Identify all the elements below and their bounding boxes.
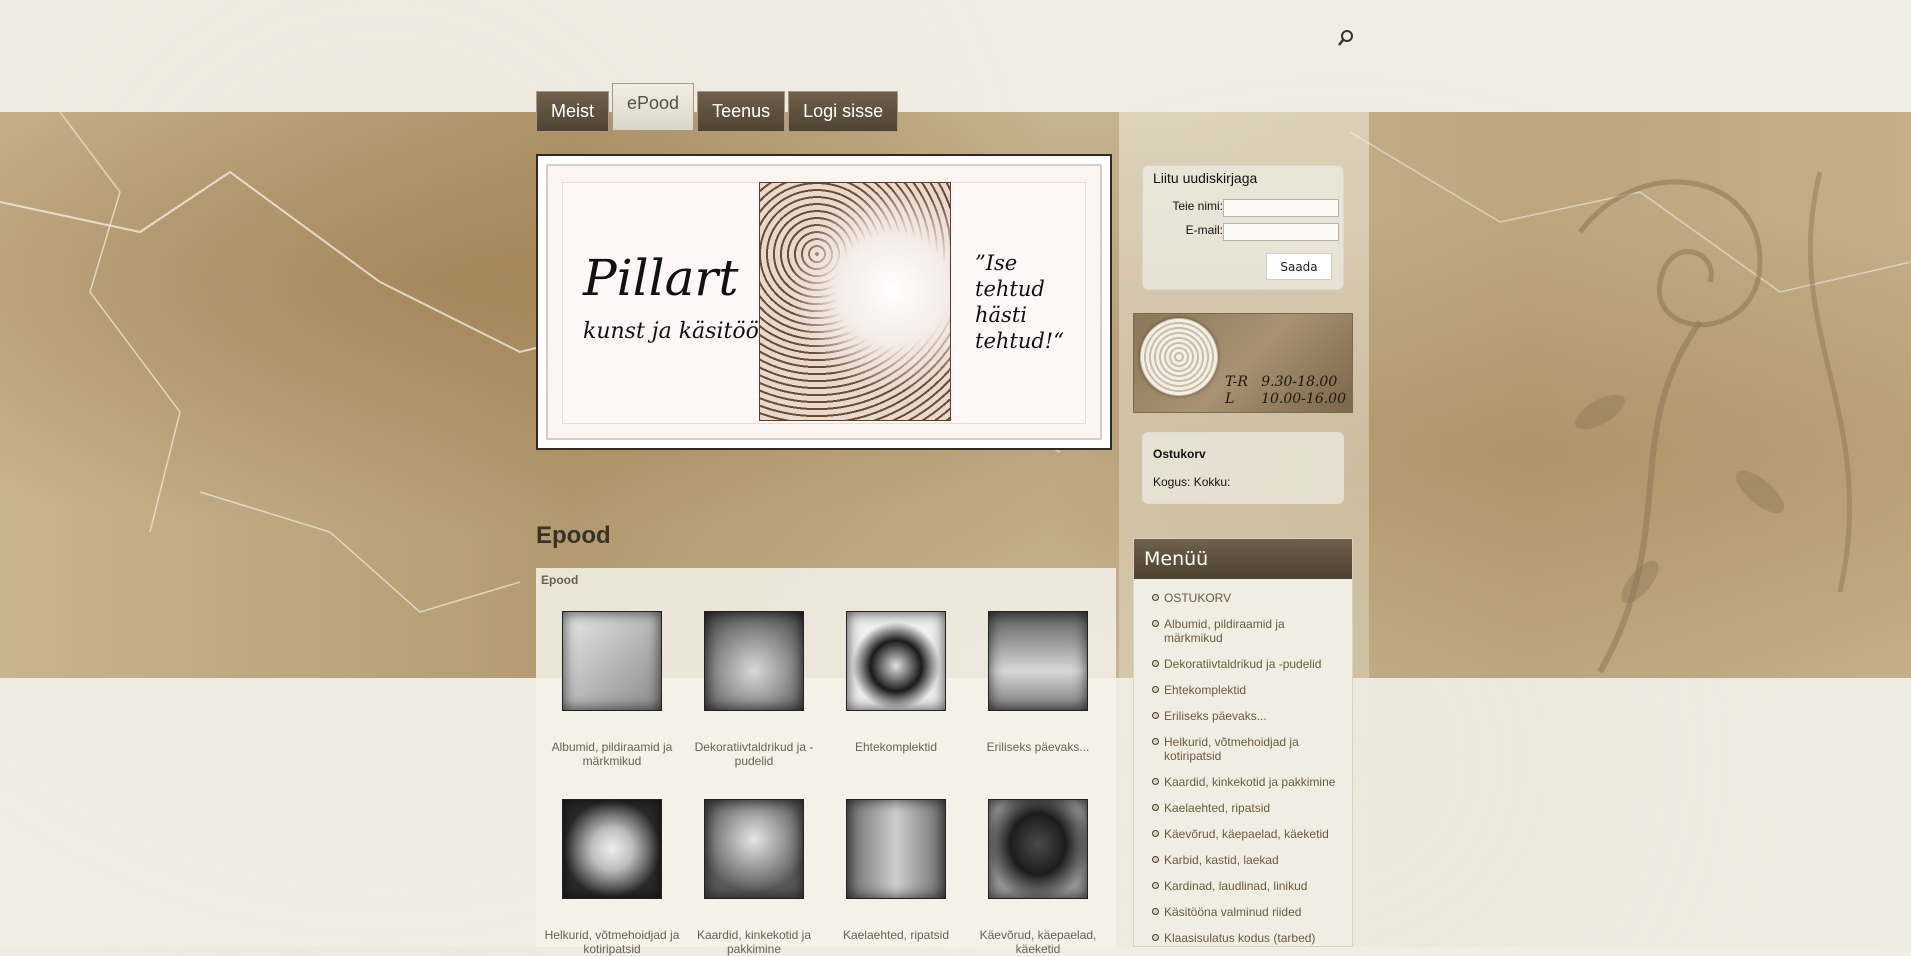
banner-quote: ”Ise tehtud hästi tehtud!“: [975, 251, 1064, 353]
menu-item-label[interactable]: Eriliseks päevaks...: [1164, 709, 1267, 723]
menu-item[interactable]: Dekoratiivtaldrikud ja -pudelid: [1134, 657, 1352, 671]
menu-item-label[interactable]: Kardinad, laudlinad, linikud: [1164, 879, 1307, 893]
bullet-icon: [1152, 594, 1159, 601]
menu-item[interactable]: Käevõrud, käepaelad, käeketid: [1134, 827, 1352, 841]
menu-item-label[interactable]: Dekoratiivtaldrikud ja -pudelid: [1164, 657, 1321, 671]
section-label: Epood: [541, 573, 579, 587]
bullet-icon: [1152, 856, 1159, 863]
product-thumbnail[interactable]: [846, 611, 946, 711]
menu-item-label[interactable]: Ehtekomplektid: [1164, 683, 1246, 697]
menu-item[interactable]: Eriliseks päevaks...: [1134, 709, 1352, 723]
menu-item[interactable]: Helkurid, võtmehoidjad ja kotiripatsid: [1134, 735, 1352, 763]
bullet-icon: [1152, 882, 1159, 889]
menu-item-label[interactable]: Klaasisulatus kodus (tarbed): [1164, 931, 1315, 945]
page-title: Epood: [536, 522, 611, 549]
bullet-icon: [1152, 620, 1159, 627]
bullet-icon: [1152, 712, 1159, 719]
product-item[interactable]: Kaelaehted, ripatsid: [826, 799, 966, 942]
product-item[interactable]: Ehtekomplektid: [826, 611, 966, 754]
product-name[interactable]: Dekoratiivtaldrikud ja -pudelid: [684, 740, 824, 768]
name-field[interactable]: [1223, 199, 1339, 217]
cart-box: Ostukorv Kogus: Kokku:: [1142, 432, 1344, 504]
product-item[interactable]: Dekoratiivtaldrikud ja -pudelid: [684, 611, 824, 768]
product-thumbnail[interactable]: [988, 611, 1088, 711]
bullet-icon: [1152, 804, 1159, 811]
menu-item[interactable]: Ehtekomplektid: [1134, 683, 1352, 697]
product-item[interactable]: Albumid, pildiraamid ja märkmikud: [542, 611, 682, 768]
newsletter-title: Liitu uudiskirjaga: [1153, 170, 1258, 186]
product-thumbnail[interactable]: [704, 611, 804, 711]
bullet-icon: [1152, 738, 1159, 745]
menu-item-label[interactable]: Albumid, pildiraamid ja märkmikud: [1164, 617, 1285, 645]
product-name[interactable]: Kaelaehted, ripatsid: [826, 928, 966, 942]
product-name[interactable]: Albumid, pildiraamid ja märkmikud: [542, 740, 682, 768]
product-item[interactable]: Kaardid, kinkekotid ja pakkimine: [684, 799, 824, 956]
product-name[interactable]: Eriliseks päevaks...: [968, 740, 1108, 754]
tab-logi-sisse[interactable]: Logi sisse: [788, 91, 899, 132]
brand-subtitle: kunst ja käsitöö: [583, 319, 759, 344]
product-item[interactable]: Käevõrud, käepaelad, käeketid: [968, 799, 1108, 956]
bullet-icon: [1152, 778, 1159, 785]
tab-meist[interactable]: Meist: [536, 91, 610, 132]
portrait-illustration: [759, 182, 951, 421]
bullet-icon: [1152, 686, 1159, 693]
name-label: Teie nimi:: [1172, 199, 1223, 213]
doily-image: [1140, 318, 1218, 396]
menu-item-label[interactable]: Käevõrud, käepaelad, käeketid: [1164, 827, 1329, 841]
menu-item-label[interactable]: Helkurid, võtmehoidjad ja kotiripatsid: [1164, 735, 1299, 763]
product-thumbnail[interactable]: [704, 799, 804, 899]
subscribe-button[interactable]: Saada: [1266, 253, 1332, 280]
opening-hours-image: T-R 9.30-18.00 L 10.00-16.00: [1133, 313, 1353, 413]
product-item[interactable]: Eriliseks päevaks...: [968, 611, 1108, 754]
menu-item[interactable]: Kaardid, kinkekotid ja pakkimine: [1134, 775, 1352, 789]
product-name[interactable]: Kaardid, kinkekotid ja pakkimine: [684, 928, 824, 956]
product-item[interactable]: Helkurid, võtmehoidjad ja kotiripatsid: [542, 799, 682, 956]
bullet-icon: [1152, 908, 1159, 915]
product-name[interactable]: Käevõrud, käepaelad, käeketid: [968, 928, 1108, 956]
opening-hours-text: T-R 9.30-18.00 L 10.00-16.00: [1225, 374, 1346, 407]
product-name[interactable]: Helkurid, võtmehoidjad ja kotiripatsid: [542, 928, 682, 956]
menu-item[interactable]: Kaelaehted, ripatsid: [1134, 801, 1352, 815]
product-thumbnail[interactable]: [562, 611, 662, 711]
menu-item[interactable]: OSTUKORV: [1134, 591, 1352, 605]
bullet-icon: [1152, 934, 1159, 941]
menu-item[interactable]: Kardinad, laudlinad, linikud: [1134, 879, 1352, 893]
menu-item[interactable]: Käsitööna valminud riided: [1134, 905, 1352, 919]
menu-item[interactable]: Karbid, kastid, laekad: [1134, 853, 1352, 867]
search-icon[interactable]: [1337, 29, 1355, 47]
menu-list: OSTUKORV Albumid, pildiraamid ja märkmik…: [1134, 579, 1352, 945]
menu-title: Menüü: [1134, 539, 1352, 579]
email-field[interactable]: [1223, 223, 1339, 241]
email-label: E-mail:: [1185, 223, 1223, 237]
product-thumbnail[interactable]: [562, 799, 662, 899]
menu-item-label[interactable]: Kaelaehted, ripatsid: [1164, 801, 1270, 815]
tab-epood[interactable]: ePood: [612, 83, 695, 131]
main-nav: Meist ePood Teenus Logi sisse: [536, 83, 899, 132]
menu-item-label[interactable]: Karbid, kastid, laekad: [1164, 853, 1279, 867]
product-name[interactable]: Ehtekomplektid: [826, 740, 966, 754]
menu-item[interactable]: Albumid, pildiraamid ja märkmikud: [1134, 617, 1352, 645]
menu-item-label[interactable]: Käsitööna valminud riided: [1164, 905, 1301, 919]
menu-item-label[interactable]: Kaardid, kinkekotid ja pakkimine: [1164, 775, 1335, 789]
tab-teenus[interactable]: Teenus: [697, 91, 786, 132]
product-thumbnail[interactable]: [988, 799, 1088, 899]
brand-title: Pillart: [583, 249, 739, 307]
menu-item[interactable]: Klaasisulatus kodus (tarbed): [1134, 931, 1352, 945]
menu-item-label[interactable]: OSTUKORV: [1164, 591, 1231, 605]
bullet-icon: [1152, 660, 1159, 667]
bullet-icon: [1152, 830, 1159, 837]
product-thumbnail[interactable]: [846, 799, 946, 899]
cart-summary: Kogus: Kokku:: [1153, 475, 1231, 489]
cart-title: Ostukorv: [1153, 447, 1206, 461]
category-menu: Menüü OSTUKORV Albumid, pildiraamid ja m…: [1133, 538, 1353, 947]
newsletter-box: Liitu uudiskirjaga Teie nimi: E-mail: Sa…: [1142, 165, 1344, 290]
